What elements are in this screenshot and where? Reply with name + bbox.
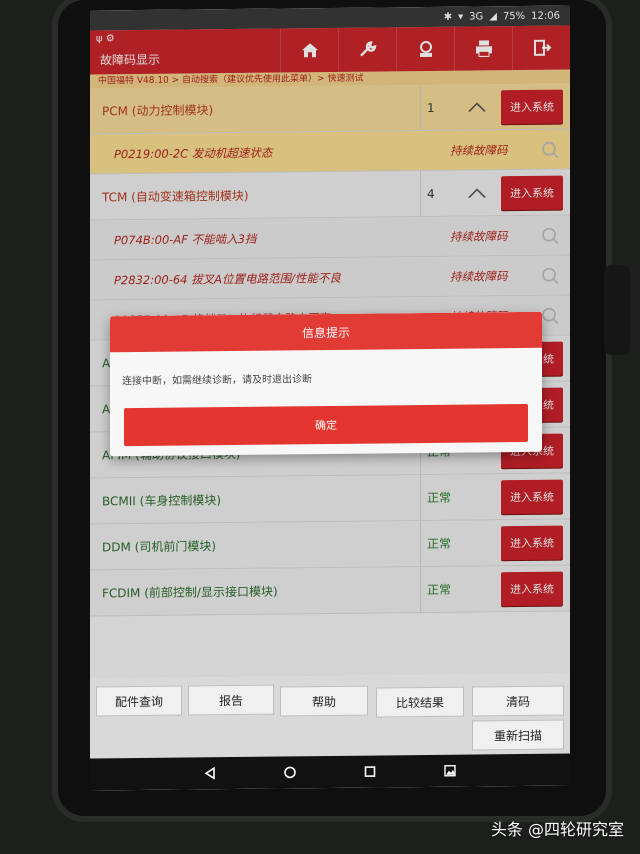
- watermark: 头条 @四轮研究室: [491, 816, 624, 840]
- parts-lookup-button[interactable]: 配件查询: [96, 685, 182, 717]
- dialog-message: 连接中断，如需继续诊断，请及时退出诊断: [122, 374, 312, 388]
- help-button[interactable]: 帮助: [280, 685, 368, 717]
- info-dialog: 信息提示 连接中断，如需继续诊断，请及时退出诊断 确定: [110, 311, 542, 457]
- report-button[interactable]: 报告: [188, 684, 274, 716]
- tablet-screen: ✱ ▾ 3G ◢ 75% 12:06 ψ ⚙ 故障码显示 中国福特 V48.10…: [90, 5, 570, 791]
- tablet-side-button: [604, 265, 630, 355]
- ok-button[interactable]: 确定: [124, 403, 528, 447]
- rescan-button[interactable]: 重新扫描: [472, 719, 564, 751]
- watermark-text: 头条 @四轮研究室: [490, 820, 624, 839]
- back-icon[interactable]: [203, 766, 217, 780]
- compare-results-button[interactable]: 比较结果: [376, 686, 464, 718]
- recents-icon[interactable]: [363, 765, 377, 779]
- android-nav-bar: [90, 753, 570, 791]
- home-circle-icon[interactable]: [283, 765, 297, 779]
- clear-codes-button[interactable]: 清码: [472, 685, 564, 717]
- screenshot-icon[interactable]: [443, 764, 457, 778]
- bottom-toolbar: 配件查询 报告 帮助 比较结果 清码 重新扫描: [90, 673, 570, 759]
- dialog-title: 信息提示: [110, 311, 542, 353]
